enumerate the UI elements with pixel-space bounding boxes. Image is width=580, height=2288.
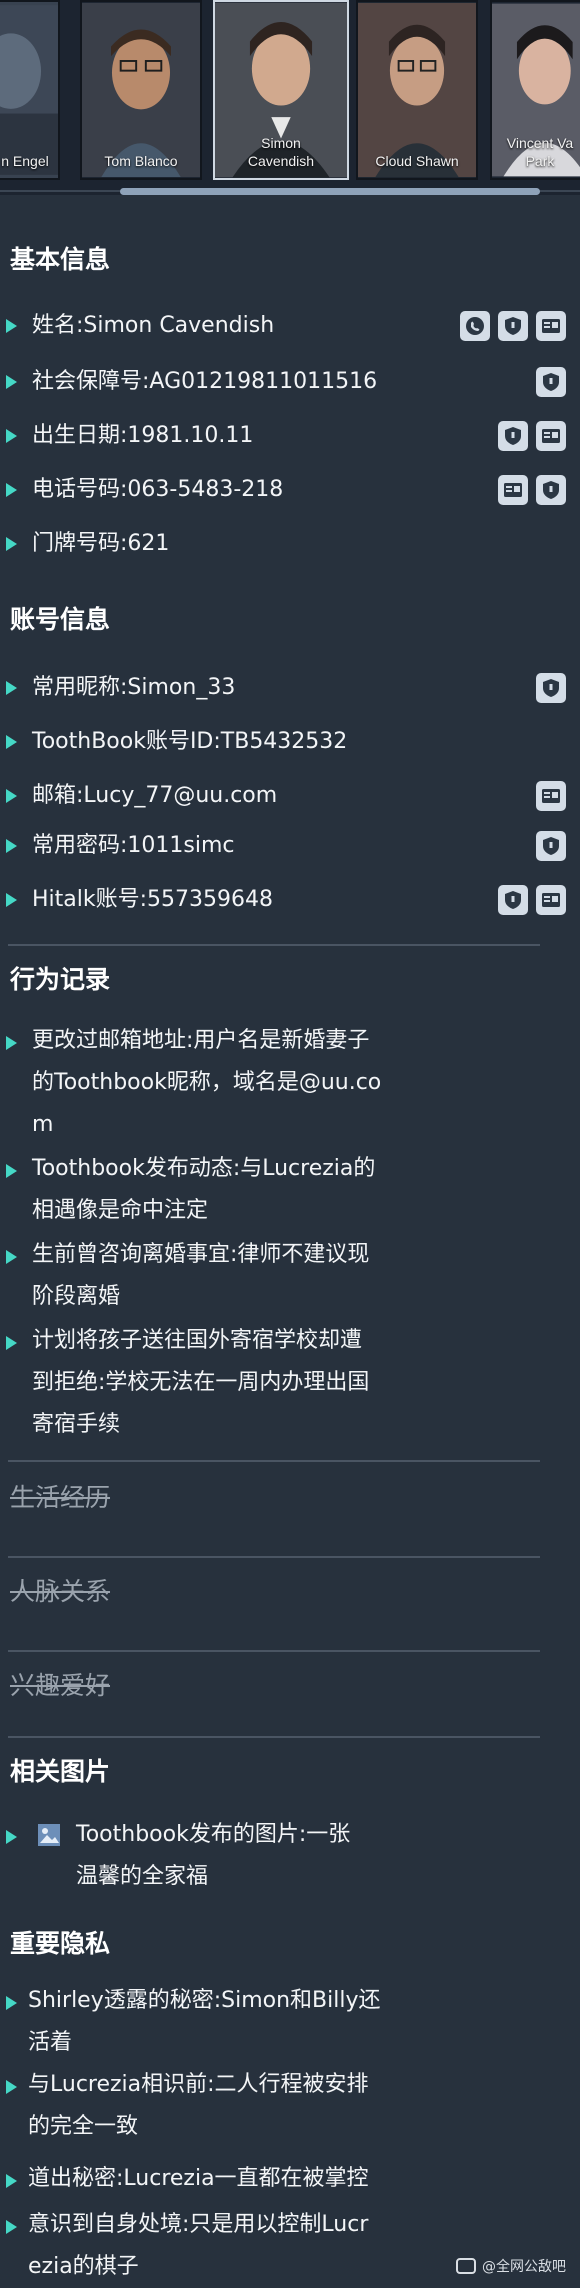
section-title-behavior-record: 行为记录: [10, 965, 111, 994]
portrait-name: Simon Cavendish: [247, 135, 315, 169]
portrait-name: Cloud Shawn: [375, 153, 459, 169]
bullet-icon: [6, 2174, 17, 2188]
section-title-relationships[interactable]: 人脉关系: [10, 1572, 110, 1608]
bullet-icon: [6, 839, 17, 853]
section-divider: [8, 944, 540, 946]
info-text: 常用昵称:Simon_33: [32, 675, 236, 700]
portrait-tom-blanco[interactable]: Tom Blanco: [80, 0, 202, 180]
shield-icon[interactable]: [498, 421, 528, 451]
section-title-basic-info: 基本信息: [10, 245, 111, 274]
portrait-name: Tom Blanco: [104, 153, 178, 169]
section-title-account-info: 账号信息: [10, 605, 111, 634]
info-text: 常用密码:1011simc: [32, 833, 235, 858]
section-title-important-privacy: 重要隐私: [10, 1929, 111, 1958]
id-card-icon[interactable]: [536, 421, 566, 451]
section-title-hobbies[interactable]: 兴趣爱好: [10, 1666, 110, 1702]
section-divider: [8, 1650, 540, 1652]
bullet-icon: [6, 319, 17, 333]
picture-line: 温馨的全家福: [76, 1864, 209, 1889]
portrait-name: n Engel: [1, 153, 49, 169]
privacy-line: 的完全一致: [28, 2114, 139, 2139]
section-divider: [8, 1736, 540, 1738]
record-line: Toothbook发布动态:与Lucrezia的: [32, 1156, 376, 1181]
info-text: ToothBook账号ID:TB5432532: [32, 729, 348, 754]
info-text: Hitalk账号:557359648: [32, 887, 274, 912]
portrait-vincent-park[interactable]: Vincent Va Park: [490, 0, 580, 180]
bullet-icon: [6, 893, 17, 907]
record-line: 相遇像是命中注定: [32, 1198, 209, 1223]
info-text: 姓名:Simon Cavendish: [32, 313, 275, 338]
info-text: 出生日期:1981.10.11: [32, 423, 254, 448]
bullet-icon: [6, 789, 17, 803]
info-text: 门牌号码:621: [32, 531, 170, 556]
bullet-icon: [6, 1164, 17, 1178]
shield-icon[interactable]: [536, 475, 566, 505]
privacy-line: 道出秘密:Lucrezia一直都在被掌控: [28, 2166, 369, 2191]
portrait-cloud-shawn[interactable]: Cloud Shawn: [356, 0, 478, 180]
bullet-icon: [6, 1336, 17, 1350]
info-text: 电话号码:063-5483-218: [32, 477, 284, 502]
id-card-icon[interactable]: [498, 475, 528, 505]
info-text: 社会保障号:AG01219811011516: [32, 369, 378, 394]
privacy-line: 活着: [28, 2030, 73, 2055]
shield-icon[interactable]: [536, 831, 566, 861]
info-text: 邮箱:Lucy_77@uu.com: [32, 783, 278, 808]
bullet-icon: [6, 1036, 17, 1050]
id-card-icon[interactable]: [536, 885, 566, 915]
watermark-logo-icon: [456, 2258, 476, 2274]
section-title-related-pictures: 相关图片: [10, 1757, 111, 1786]
shield-icon[interactable]: [536, 673, 566, 703]
picture-line: Toothbook发布的图片:一张: [76, 1822, 351, 1847]
record-line: 到拒绝:学校无法在一周内办理出国: [32, 1370, 370, 1395]
bullet-icon: [6, 1830, 17, 1844]
id-card-icon[interactable]: [536, 781, 566, 811]
bullet-icon: [6, 1996, 17, 2010]
bullet-icon: [6, 2220, 17, 2234]
bullet-icon: [6, 1250, 17, 1264]
privacy-line: 意识到自身处境:只是用以控制Lucr: [28, 2212, 369, 2237]
id-card-icon[interactable]: [536, 311, 566, 341]
record-line: 阶段离婚: [32, 1284, 121, 1309]
bullet-icon: [6, 537, 17, 551]
privacy-line: Shirley透露的秘密:Simon和Billy还: [28, 1988, 381, 2013]
portrait-scrollbar[interactable]: [120, 188, 540, 195]
shield-icon[interactable]: [536, 367, 566, 397]
privacy-line: 与Lucrezia相识前:二人行程被安排: [28, 2072, 369, 2097]
bullet-icon: [6, 681, 17, 695]
record-line: 计划将孩子送往国外寄宿学校却遭: [32, 1328, 363, 1353]
record-line: m: [32, 1112, 54, 1137]
section-divider: [8, 1556, 540, 1558]
portrait-engel[interactable]: n Engel: [0, 0, 60, 180]
record-line: 寄宿手续: [32, 1412, 121, 1437]
record-line: 生前曾咨询离婚事宜:律师不建议现: [32, 1242, 370, 1267]
bullet-icon: [6, 2080, 17, 2094]
phone-icon[interactable]: [460, 311, 490, 341]
portrait-name: Vincent Va Park: [506, 135, 574, 169]
section-divider: [8, 1460, 540, 1462]
bullet-icon: [6, 429, 17, 443]
privacy-line: ezia的棋子: [28, 2254, 139, 2279]
bullet-icon: [6, 735, 17, 749]
image-icon: [38, 1824, 60, 1846]
portrait-simon-cavendish[interactable]: Simon Cavendish: [213, 0, 349, 180]
record-line: 更改过邮箱地址:用户名是新婚妻子: [32, 1028, 370, 1053]
shield-icon[interactable]: [498, 885, 528, 915]
bullet-icon: [6, 483, 17, 497]
character-portrait-strip: n Engel Tom Blanco Simon Cavendish Cloud…: [0, 0, 580, 195]
record-line: 的Toothbook昵称，域名是@uu.co: [32, 1070, 382, 1095]
watermark: @全网公敌吧: [456, 2256, 566, 2276]
section-title-life-experience[interactable]: 生活经历: [10, 1478, 110, 1514]
bullet-icon: [6, 375, 17, 389]
shield-icon[interactable]: [498, 311, 528, 341]
watermark-text: @全网公敌吧: [482, 2259, 566, 2275]
